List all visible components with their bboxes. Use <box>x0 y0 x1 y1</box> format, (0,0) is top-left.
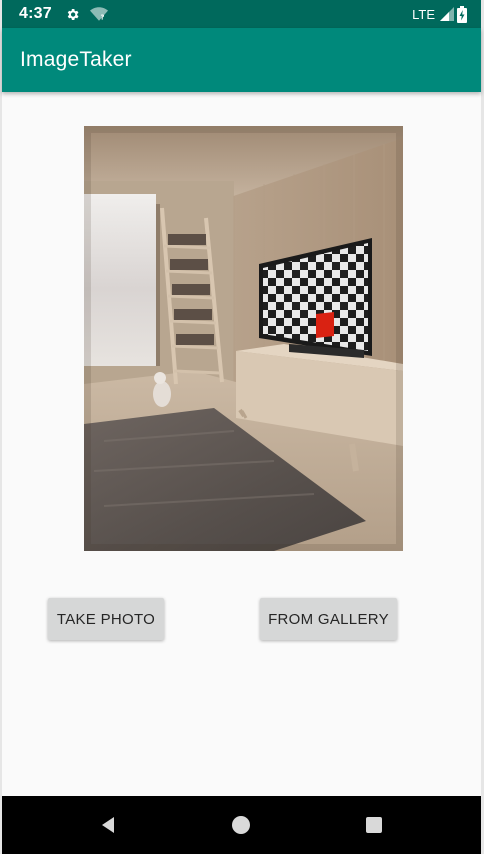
home-button[interactable] <box>211 796 271 854</box>
recents-button[interactable] <box>344 796 404 854</box>
gear-icon <box>65 7 80 22</box>
back-icon <box>102 817 114 833</box>
screen: 4:37 ? LTE ImageTaker TAKE PHOTO FROM GA… <box>0 0 484 854</box>
home-icon <box>232 816 250 834</box>
battery-charging-icon <box>457 5 467 23</box>
back-button[interactable] <box>78 796 138 854</box>
navigation-bar <box>2 796 481 854</box>
app-bar: ImageTaker <box>2 28 481 92</box>
app-title: ImageTaker <box>20 48 132 71</box>
status-time: 4:37 <box>19 5 52 22</box>
from-gallery-button[interactable]: FROM GALLERY <box>260 598 397 640</box>
captured-image <box>84 126 403 551</box>
take-photo-button[interactable]: TAKE PHOTO <box>48 598 164 640</box>
svg-text:?: ? <box>100 13 104 21</box>
status-bar: 4:37 ? LTE <box>2 0 481 28</box>
status-right-group: LTE <box>412 5 467 23</box>
room-photo-illustration <box>84 126 403 551</box>
recents-icon <box>366 817 382 833</box>
network-type-label: LTE <box>412 6 435 22</box>
wifi-question-icon: ? <box>89 7 108 21</box>
signal-icon <box>440 7 454 21</box>
